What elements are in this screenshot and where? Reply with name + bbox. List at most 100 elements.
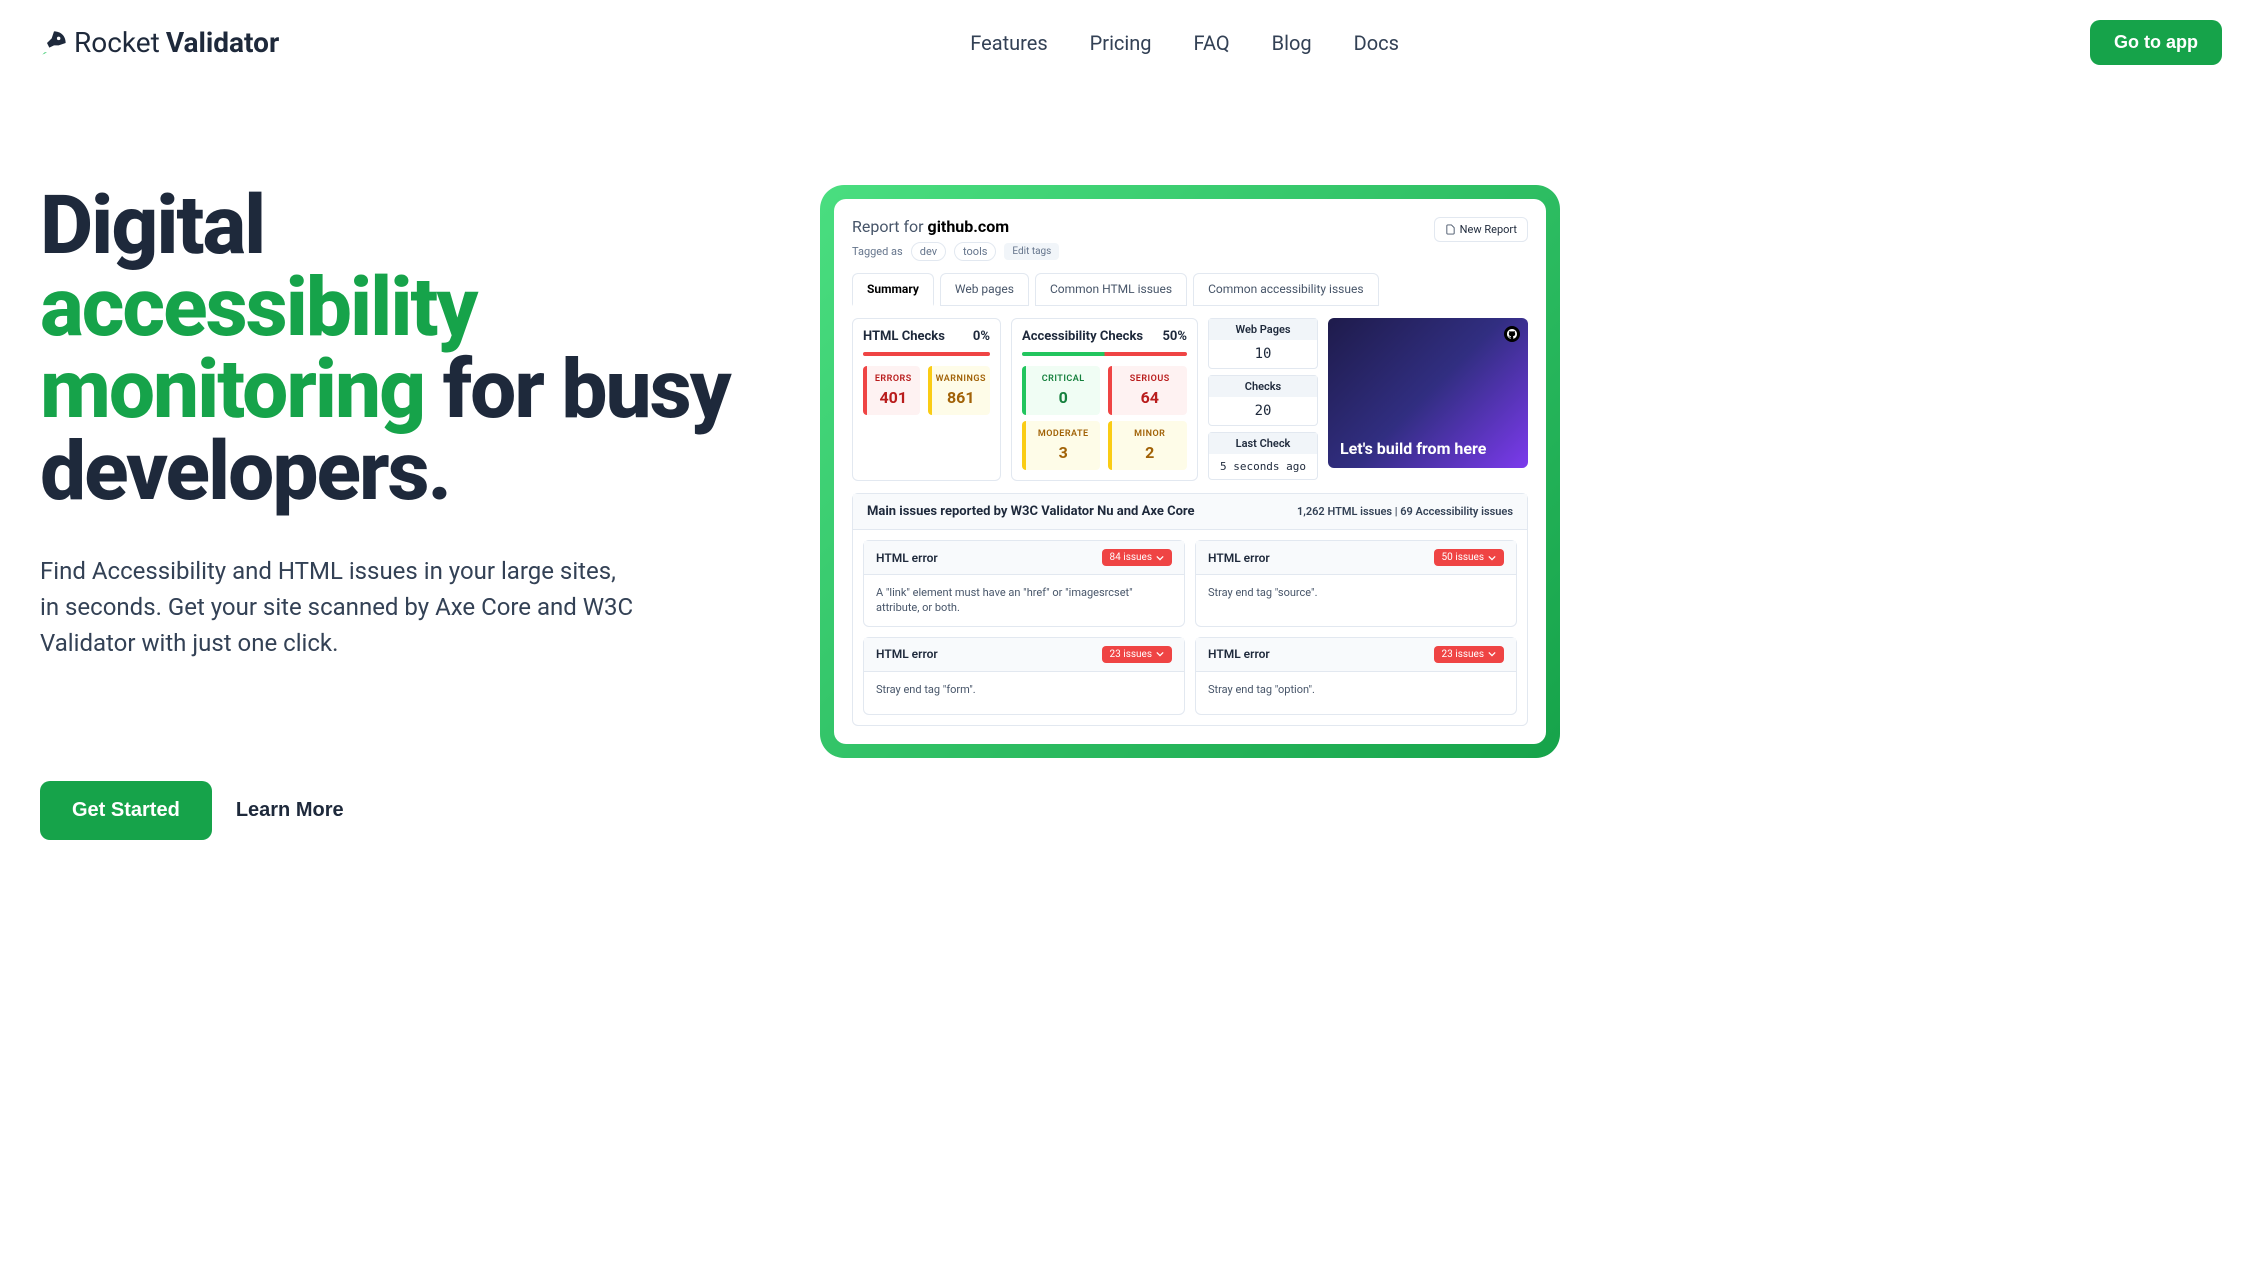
hero-title: Digital accessibility monitoring for bus… (40, 185, 760, 513)
html-progress-bar (863, 352, 990, 356)
web-pages-stat: Web Pages 10 (1208, 318, 1318, 369)
html-checks-pct: 0% (973, 329, 990, 344)
a11y-checks-box: Accessibility Checks 50% CRITICAL 0 SERI… (1011, 318, 1198, 481)
github-icon (1504, 326, 1520, 342)
site-preview-image: Let's build from here (1328, 318, 1528, 468)
hero-buttons: Get Started Learn More (40, 781, 760, 840)
issue-card-2: HTML error 50 issues Stray end tag "sour… (1195, 540, 1517, 627)
a11y-row2: MODERATE 3 MINOR 2 (1022, 421, 1187, 470)
issues-counts: 1,262 HTML issues | 69 Accessibility iss… (1297, 505, 1513, 518)
tab-a11y-issues[interactable]: Common accessibility issues (1193, 273, 1378, 306)
checks-stat: Checks 20 (1208, 375, 1318, 426)
a11y-checks-label: Accessibility Checks (1022, 329, 1143, 344)
issue-badge-2[interactable]: 50 issues (1434, 549, 1504, 566)
a11y-checks-pct: 50% (1162, 329, 1187, 344)
issue-header-1: HTML error 84 issues (864, 541, 1184, 575)
a11y-checks-title: Accessibility Checks 50% (1022, 329, 1187, 344)
serious-value: 64 (1116, 388, 1183, 407)
issue-card-4: HTML error 23 issues Stray end tag "opti… (1195, 637, 1517, 715)
issue-header-2: HTML error 50 issues (1196, 541, 1516, 575)
hero-section: Digital accessibility monitoring for bus… (0, 85, 2262, 880)
tab-web-pages[interactable]: Web pages (940, 273, 1029, 306)
new-report-button[interactable]: New Report (1434, 217, 1528, 242)
main-nav: Features Pricing FAQ Blog Docs (970, 31, 1399, 55)
html-checks-box: HTML Checks 0% ERRORS 401 WARNINGS 861 (852, 318, 1001, 481)
errors-card: ERRORS 401 (863, 366, 920, 415)
logo-text-1: Rocket (74, 26, 160, 59)
issues-section: Main issues reported by W3C Validator Nu… (852, 493, 1528, 726)
serious-label: SERIOUS (1116, 374, 1183, 384)
minor-value: 2 (1116, 443, 1183, 462)
nav-pricing[interactable]: Pricing (1090, 31, 1152, 55)
hero-subtitle: Find Accessibility and HTML issues in yo… (40, 553, 640, 661)
nav-blog[interactable]: Blog (1272, 31, 1312, 55)
moderate-value: 3 (1030, 443, 1097, 462)
document-icon (1445, 224, 1456, 235)
moderate-card: MODERATE 3 (1022, 421, 1101, 470)
issues-grid: HTML error 84 issues A "link" element mu… (853, 530, 1527, 725)
tag-tools[interactable]: tools (954, 242, 996, 261)
checks-label: Checks (1209, 376, 1317, 397)
report-domain: github.com (928, 217, 1010, 236)
report-title-block: Report for github.com Tagged as dev tool… (852, 217, 1059, 261)
issue-body-4: Stray end tag "option". (1196, 672, 1516, 714)
warnings-card: WARNINGS 861 (928, 366, 990, 415)
critical-label: CRITICAL (1030, 374, 1097, 384)
a11y-row1: CRITICAL 0 SERIOUS 64 (1022, 366, 1187, 415)
new-report-label: New Report (1460, 223, 1517, 236)
issue-type-2: HTML error (1208, 551, 1270, 565)
tag-dev[interactable]: dev (911, 242, 946, 261)
report-tabs: Summary Web pages Common HTML issues Com… (852, 273, 1528, 306)
side-stats: Web Pages 10 Checks 20 Last Check 5 seco… (1208, 318, 1318, 481)
web-pages-label: Web Pages (1209, 319, 1317, 340)
html-checks-label: HTML Checks (863, 329, 945, 344)
serious-card: SERIOUS 64 (1108, 366, 1187, 415)
issue-body-3: Stray end tag "form". (864, 672, 1184, 714)
issue-body-2: Stray end tag "source". (1196, 575, 1516, 617)
nav-features[interactable]: Features (970, 31, 1047, 55)
warnings-label: WARNINGS (936, 374, 986, 384)
minor-label: MINOR (1116, 429, 1183, 439)
chevron-down-icon (1488, 650, 1496, 658)
nav-faq[interactable]: FAQ (1194, 31, 1230, 55)
report-preview-card: Report for github.com Tagged as dev tool… (820, 185, 1560, 758)
issue-body-1: A "link" element must have an "href" or … (864, 575, 1184, 626)
errors-label: ERRORS (871, 374, 916, 384)
go-to-app-button[interactable]: Go to app (2090, 20, 2222, 65)
nav-docs[interactable]: Docs (1354, 31, 1399, 55)
issue-type-4: HTML error (1208, 647, 1270, 661)
rocket-icon (40, 29, 68, 57)
issue-header-3: HTML error 23 issues (864, 638, 1184, 672)
critical-value: 0 (1030, 388, 1097, 407)
last-check-stat: Last Check 5 seconds ago (1208, 432, 1318, 480)
chevron-down-icon (1156, 650, 1164, 658)
main-header: Rocket Validator Features Pricing FAQ Bl… (0, 0, 2262, 85)
issue-type-3: HTML error (876, 647, 938, 661)
minor-card: MINOR 2 (1108, 421, 1187, 470)
a11y-progress-bar (1022, 352, 1187, 356)
chevron-down-icon (1488, 554, 1496, 562)
hero-content: Digital accessibility monitoring for bus… (40, 185, 760, 840)
tab-summary[interactable]: Summary (852, 273, 934, 306)
moderate-label: MODERATE (1030, 429, 1097, 439)
chevron-down-icon (1156, 554, 1164, 562)
last-check-value: 5 seconds ago (1209, 454, 1317, 479)
logo[interactable]: Rocket Validator (40, 26, 279, 59)
report-title: Report for github.com (852, 217, 1059, 236)
html-checks-title: HTML Checks 0% (863, 329, 990, 344)
errors-value: 401 (871, 388, 916, 407)
critical-card: CRITICAL 0 (1022, 366, 1101, 415)
issue-card-3: HTML error 23 issues Stray end tag "form… (863, 637, 1185, 715)
issue-badge-3[interactable]: 23 issues (1102, 646, 1172, 663)
logo-text-2: Validator (166, 26, 279, 59)
preview-caption: Let's build from here (1340, 439, 1486, 458)
issue-header-4: HTML error 23 issues (1196, 638, 1516, 672)
issue-badge-1[interactable]: 84 issues (1102, 549, 1172, 566)
issue-badge-4[interactable]: 23 issues (1434, 646, 1504, 663)
issues-title: Main issues reported by W3C Validator Nu… (867, 504, 1195, 519)
edit-tags-button[interactable]: Edit tags (1004, 243, 1059, 260)
last-check-label: Last Check (1209, 433, 1317, 454)
learn-more-button[interactable]: Learn More (236, 799, 344, 822)
tab-html-issues[interactable]: Common HTML issues (1035, 273, 1187, 306)
get-started-button[interactable]: Get Started (40, 781, 212, 840)
